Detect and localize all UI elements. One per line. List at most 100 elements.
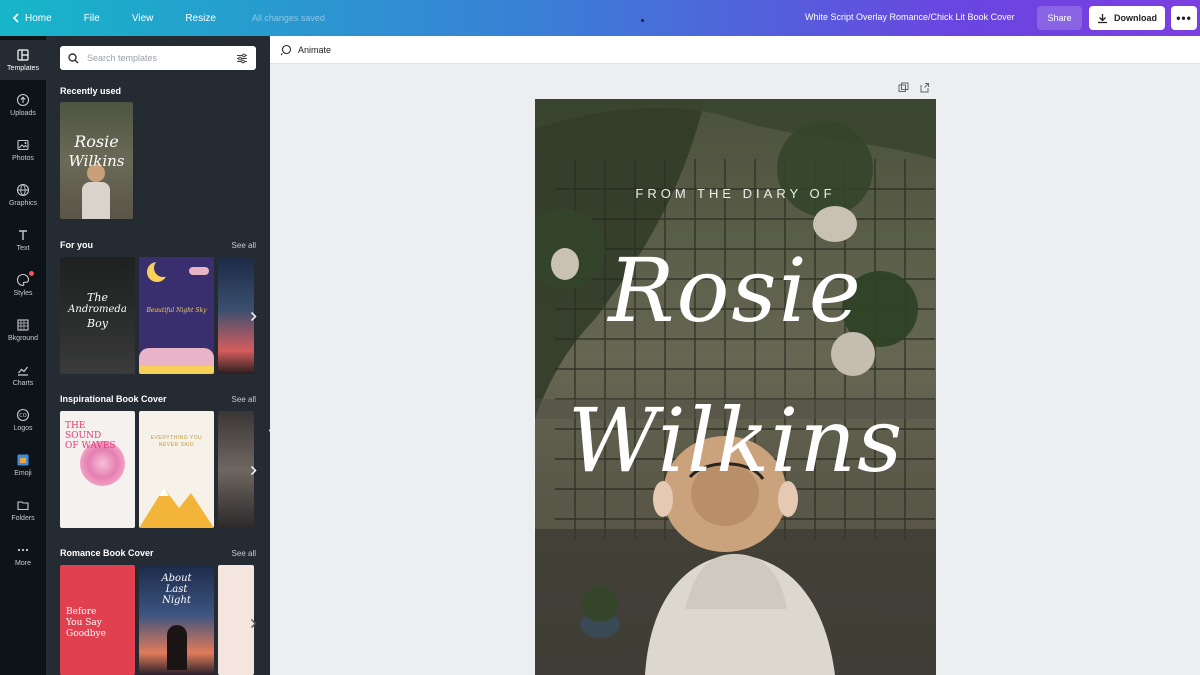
search-icon — [68, 52, 79, 63]
rail-item-graphics[interactable]: Graphics — [0, 175, 46, 215]
more-icon — [17, 548, 29, 552]
template-thumb-night-sky[interactable]: Beautiful Night Sky — [139, 257, 214, 374]
rail-label: Emoji — [14, 470, 32, 477]
chevron-left-icon — [12, 13, 19, 23]
see-all-for-you[interactable]: See all — [232, 241, 256, 250]
rail-label: Photos — [12, 155, 34, 162]
rail-label: Folders — [11, 515, 35, 522]
rail-item-charts[interactable]: Charts — [0, 355, 46, 395]
template-thumb-recent[interactable]: Rosie Wilkins — [60, 102, 133, 219]
resize-menu[interactable]: Resize — [169, 0, 232, 36]
book-cover-page[interactable]: FROM THE DIARY OF Rosie Wilkins — [535, 99, 936, 675]
template-thumb-andromeda[interactable]: The Andromeda Boy — [60, 257, 135, 374]
rail-item-emoji[interactable]: Emoji — [0, 445, 46, 485]
file-menu[interactable]: File — [68, 0, 116, 36]
top-bar: Home File View Resize All changes saved … — [0, 0, 1200, 36]
thumb-title: Boy — [87, 317, 108, 330]
rail-item-styles[interactable]: Styles — [0, 265, 46, 305]
rail-item-templates[interactable]: Templates — [0, 40, 46, 80]
see-all-inspirational[interactable]: See all — [232, 395, 256, 404]
rail-item-uploads[interactable]: Uploads — [0, 85, 46, 125]
template-thumb-sound-of-waves[interactable]: THE SOUND OF WAVES — [60, 411, 135, 528]
add-page-icon[interactable] — [919, 82, 930, 93]
cover-first-name[interactable]: Rosie — [535, 239, 936, 342]
thumb-title: Rosie — [74, 132, 119, 151]
text-icon — [19, 230, 27, 240]
animate-icon — [280, 44, 292, 55]
rail-item-folders[interactable]: Folders — [0, 490, 46, 530]
rail-item-text[interactable]: Text — [0, 220, 46, 260]
template-thumb-about-last-night[interactable]: About Last Night — [139, 565, 214, 675]
chart-icon — [18, 366, 28, 376]
rail-label: Graphics — [8, 200, 37, 207]
upload-icon — [16, 93, 30, 107]
section-title-for-you: For you — [60, 240, 93, 250]
rail-label: Logos — [13, 425, 33, 432]
thumb-title-line: Last — [165, 584, 188, 595]
template-thumb-never-said[interactable]: EVERYTHING YOU NEVER SAID — [139, 411, 214, 528]
thumb-title-line: Night — [162, 595, 191, 606]
section-title-inspirational: Inspirational Book Cover — [60, 394, 167, 404]
rail-label: Bkground — [8, 335, 38, 342]
home-label: Home — [25, 12, 52, 24]
rail-item-background[interactable]: Bkground — [0, 310, 46, 350]
section-title-romance: Romance Book Cover — [60, 548, 154, 558]
thumb-title-line: Before — [66, 607, 97, 617]
download-button[interactable]: Download — [1089, 6, 1165, 30]
photo-icon — [17, 139, 29, 151]
rail-item-more[interactable]: More — [0, 535, 46, 575]
document-title[interactable]: White Script Overlay Romance/Chick Lit B… — [805, 12, 1015, 22]
scroll-right-arrow[interactable] — [244, 461, 262, 479]
rail-label: More — [15, 560, 31, 567]
page-tools — [898, 82, 930, 93]
background-icon — [17, 319, 29, 331]
animate-button[interactable]: Animate — [298, 45, 331, 55]
thumb-title: Andromeda — [68, 304, 127, 315]
thumb-title-line: SOUND — [65, 431, 102, 441]
chevron-right-icon — [250, 465, 257, 475]
cover-kicker[interactable]: FROM THE DIARY OF — [535, 186, 936, 201]
thumb-title: NEVER SAID — [158, 442, 195, 448]
scroll-right-arrow[interactable] — [244, 307, 262, 325]
logo-icon: CO — [16, 408, 30, 422]
download-icon — [1098, 13, 1107, 23]
thumb-title: THE SOUND OF WAVES — [65, 421, 116, 451]
cover-last-name[interactable]: Wilkins — [535, 389, 936, 492]
thumb-title-line: OF WAVES — [65, 441, 116, 451]
svg-text:CO: CO — [19, 413, 26, 419]
filter-icon[interactable] — [236, 53, 248, 64]
scroll-right-arrow[interactable] — [244, 614, 262, 632]
ground-band — [139, 366, 214, 374]
download-label: Download — [1114, 13, 1157, 23]
thumb-title-line: You Say — [66, 618, 102, 628]
see-all-romance[interactable]: See all — [232, 549, 256, 558]
save-status: All changes saved — [251, 13, 325, 23]
cloud-shape — [189, 267, 209, 275]
rail-label: Styles — [13, 290, 33, 297]
more-options-button[interactable]: ••• — [1171, 6, 1197, 30]
top-nav: Home File View Resize All changes saved — [0, 0, 325, 36]
thumb-title: EVERYTHING YOU — [150, 435, 203, 441]
templates-icon — [17, 49, 29, 61]
rail-label: Templates — [7, 65, 39, 72]
search-input[interactable] — [87, 53, 228, 63]
rail-item-photos[interactable]: Photos — [0, 130, 46, 170]
duplicate-page-icon[interactable] — [898, 82, 909, 93]
cursor-dot — [641, 19, 644, 22]
template-thumb-before-goodbye[interactable]: Before You Say Goodbye — [60, 565, 135, 675]
share-button[interactable]: Share — [1037, 6, 1082, 30]
thumb-title-line: About — [161, 573, 192, 584]
view-menu[interactable]: View — [116, 0, 170, 36]
rail-item-logos[interactable]: CO Logos — [0, 400, 46, 440]
rail-label: Charts — [12, 380, 34, 387]
section-title-recent: Recently used — [60, 86, 122, 96]
thumb-title-line: THE — [65, 421, 86, 431]
home-button[interactable]: Home — [0, 0, 68, 36]
rail-label: Text — [16, 245, 30, 252]
mountains-illustration — [139, 488, 214, 528]
templates-panel: Recently used Rosie Wilkins For you See … — [46, 36, 270, 675]
search-box[interactable] — [60, 46, 256, 70]
thumb-title: Beautiful Night Sky — [146, 307, 207, 314]
cloud-shape — [139, 348, 214, 366]
notification-badge — [29, 271, 34, 276]
